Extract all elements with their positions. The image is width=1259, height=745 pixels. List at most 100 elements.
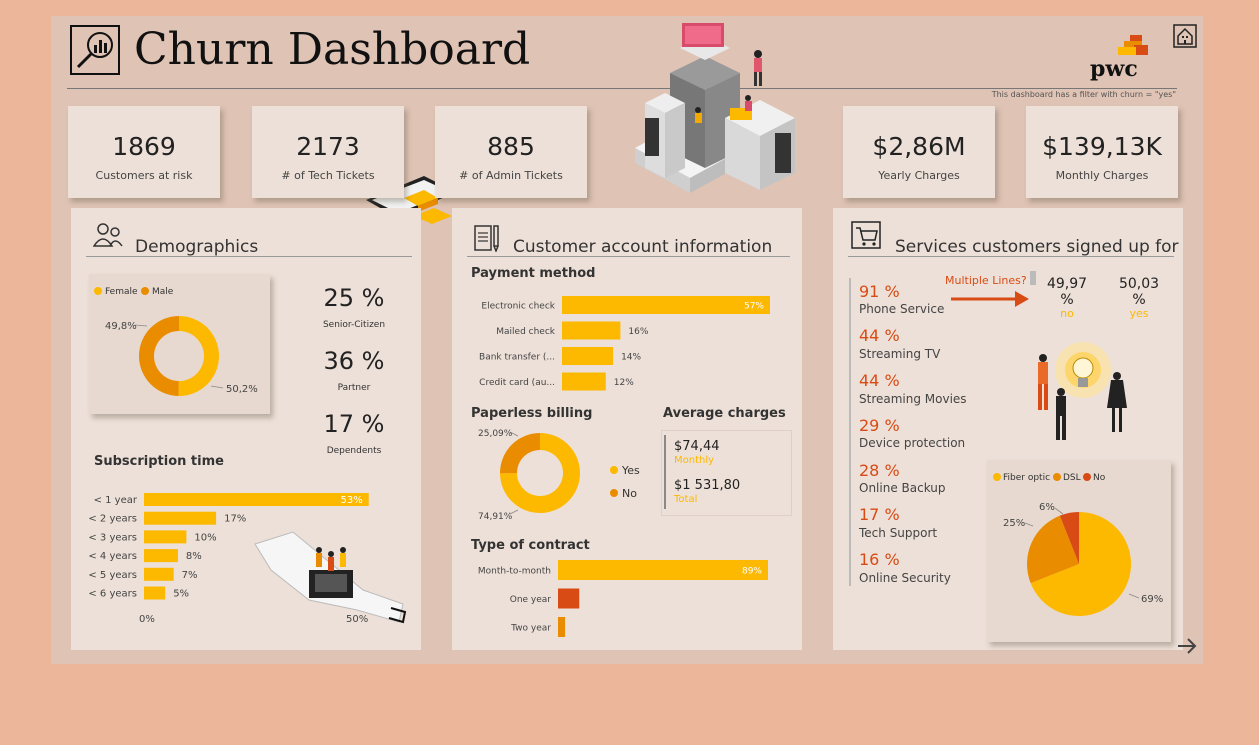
bar	[558, 588, 580, 609]
kpi-customers-at-risk: 1869 Customers at risk	[68, 106, 220, 198]
kpi-value: $2,86M	[872, 132, 966, 161]
page-title: Churn Dashboard	[134, 24, 531, 75]
gender-donut-chart: Female Male 49,8% 50,2%	[94, 287, 258, 396]
service-device-label: Device protection	[859, 436, 966, 450]
data-label: 5%	[173, 589, 189, 600]
dependents-value: 17 %	[323, 410, 385, 438]
category-label: < 4 years	[88, 551, 137, 562]
internet-pie-card: Fiber optic DSL No 6% 25% 69%	[987, 460, 1171, 642]
avg-charges-card: $74,44 Monthly $1 531,80 Total	[661, 430, 792, 516]
ml-yes-label: yes	[1129, 307, 1149, 320]
bar	[558, 617, 566, 637]
kpi-label: # of Tech Tickets	[281, 169, 375, 182]
service-security-label: Online Security	[859, 571, 951, 585]
kpi-label: Monthly Charges	[1055, 169, 1149, 182]
avg-monthly-label: Monthly	[674, 455, 715, 466]
category-label: Credit card (au...	[479, 378, 555, 388]
kpi-admin-tickets: 885 # of Admin Tickets	[435, 106, 587, 198]
gender-label-male: 49,8%	[105, 321, 137, 332]
legend-dsl: DSL	[1063, 473, 1081, 483]
category-label: Bank transfer (...	[479, 353, 555, 363]
senior-citizen-value: 25 %	[323, 284, 385, 312]
internet-label-fiber: 69%	[1141, 594, 1163, 605]
multiple-lines-marker	[1030, 271, 1036, 285]
internet-pie-chart: Fiber optic DSL No 6% 25% 69%	[993, 473, 1163, 616]
payment-title: Payment method	[471, 266, 596, 281]
bar	[144, 493, 369, 506]
dependents-label: Dependents	[326, 446, 382, 456]
legend-yes: Yes	[621, 464, 640, 477]
bar	[562, 296, 770, 314]
kpi-label: Yearly Charges	[878, 169, 960, 182]
ml-no-unit: %	[1060, 292, 1074, 308]
data-label: 17%	[224, 514, 246, 525]
kpi-monthly-charges: $139,13K Monthly Charges	[1026, 106, 1178, 198]
demographics-divider	[86, 256, 412, 257]
legend-male: Male	[152, 287, 174, 297]
service-support-value: 17 %	[859, 505, 900, 524]
kpi-value: 1869	[112, 132, 176, 161]
arrow-right-icon	[951, 291, 1029, 307]
demographics-title: Demographics	[135, 237, 259, 257]
demographics-panel: Demographics Female Male 49,8% 50,2% 25 …	[71, 208, 421, 650]
account-title: Customer account information	[513, 237, 773, 257]
data-label: 8%	[186, 551, 202, 562]
legend-fiber: Fiber optic	[1003, 473, 1050, 483]
gender-label-female: 50,2%	[226, 384, 258, 395]
payment-bar-chart: Electronic check 57% Mailed check 16% Bank t…	[479, 296, 770, 391]
services-title: Services customers signed up for	[895, 237, 1179, 257]
partner-label: Partner	[337, 383, 371, 393]
multiple-lines-label: Multiple Lines?	[945, 274, 1027, 287]
multiple-lines-no: 49,97 % no	[1043, 276, 1091, 319]
data-label: 10%	[194, 532, 216, 543]
kpi-value: 2173	[296, 132, 360, 161]
gender-slices	[139, 316, 220, 396]
document-pen-icon	[474, 225, 499, 252]
service-movies-label: Streaming Movies	[859, 392, 967, 406]
category-label: Electronic check	[481, 302, 555, 312]
data-label: 14%	[621, 353, 641, 363]
people-icon	[93, 223, 123, 247]
services-list-rule	[849, 278, 851, 586]
internet-label-no: 6%	[1039, 502, 1055, 513]
service-tv-value: 44 %	[859, 326, 900, 345]
ml-no-label: no	[1060, 307, 1074, 320]
kpi-value: 885	[487, 132, 535, 161]
data-label: 89%	[742, 567, 762, 577]
title-divider	[67, 88, 1177, 89]
service-device-value: 29 %	[859, 416, 900, 435]
internet-slices	[1027, 512, 1131, 616]
bar	[144, 511, 217, 525]
gender-donut-card: Female Male 49,8% 50,2%	[89, 274, 270, 414]
x-tick-0: 0%	[139, 614, 155, 625]
service-backup-value: 28 %	[859, 461, 900, 480]
bar	[144, 530, 187, 544]
service-backup-label: Online Backup	[859, 481, 946, 495]
category-label: < 6 years	[88, 589, 137, 600]
next-page-arrow-icon[interactable]	[1176, 636, 1198, 656]
senior-citizen-label: Senior-Citizen	[322, 320, 386, 330]
category-label: < 2 years	[88, 514, 137, 525]
data-label: 57%	[744, 302, 764, 312]
isometric-office-illustration	[635, 23, 795, 193]
bar	[144, 586, 166, 600]
pie-slice-male	[139, 316, 179, 396]
data-label: 16%	[628, 327, 648, 337]
service-security-value: 16 %	[859, 550, 900, 569]
account-panel: Customer account information Payment met…	[452, 208, 802, 650]
bar	[562, 321, 621, 340]
ml-yes-value: 50,03	[1118, 276, 1160, 292]
contract-title: Type of contract	[471, 538, 590, 553]
avg-charges-title: Average charges	[663, 406, 786, 421]
paperless-title: Paperless billing	[471, 406, 593, 421]
avg-total-value: $1 531,80	[674, 478, 741, 493]
data-label: 12%	[614, 378, 634, 388]
legend-female: Female	[105, 287, 138, 297]
internet-label-dsl: 25%	[1003, 518, 1025, 529]
partner-value: 36 %	[323, 347, 385, 375]
building-icon[interactable]	[1173, 24, 1197, 48]
legend-female-dot	[94, 287, 102, 295]
bar	[562, 372, 606, 391]
kpi-tech-tickets: 2173 # of Tech Tickets	[252, 106, 404, 198]
category-label: One year	[510, 595, 552, 605]
